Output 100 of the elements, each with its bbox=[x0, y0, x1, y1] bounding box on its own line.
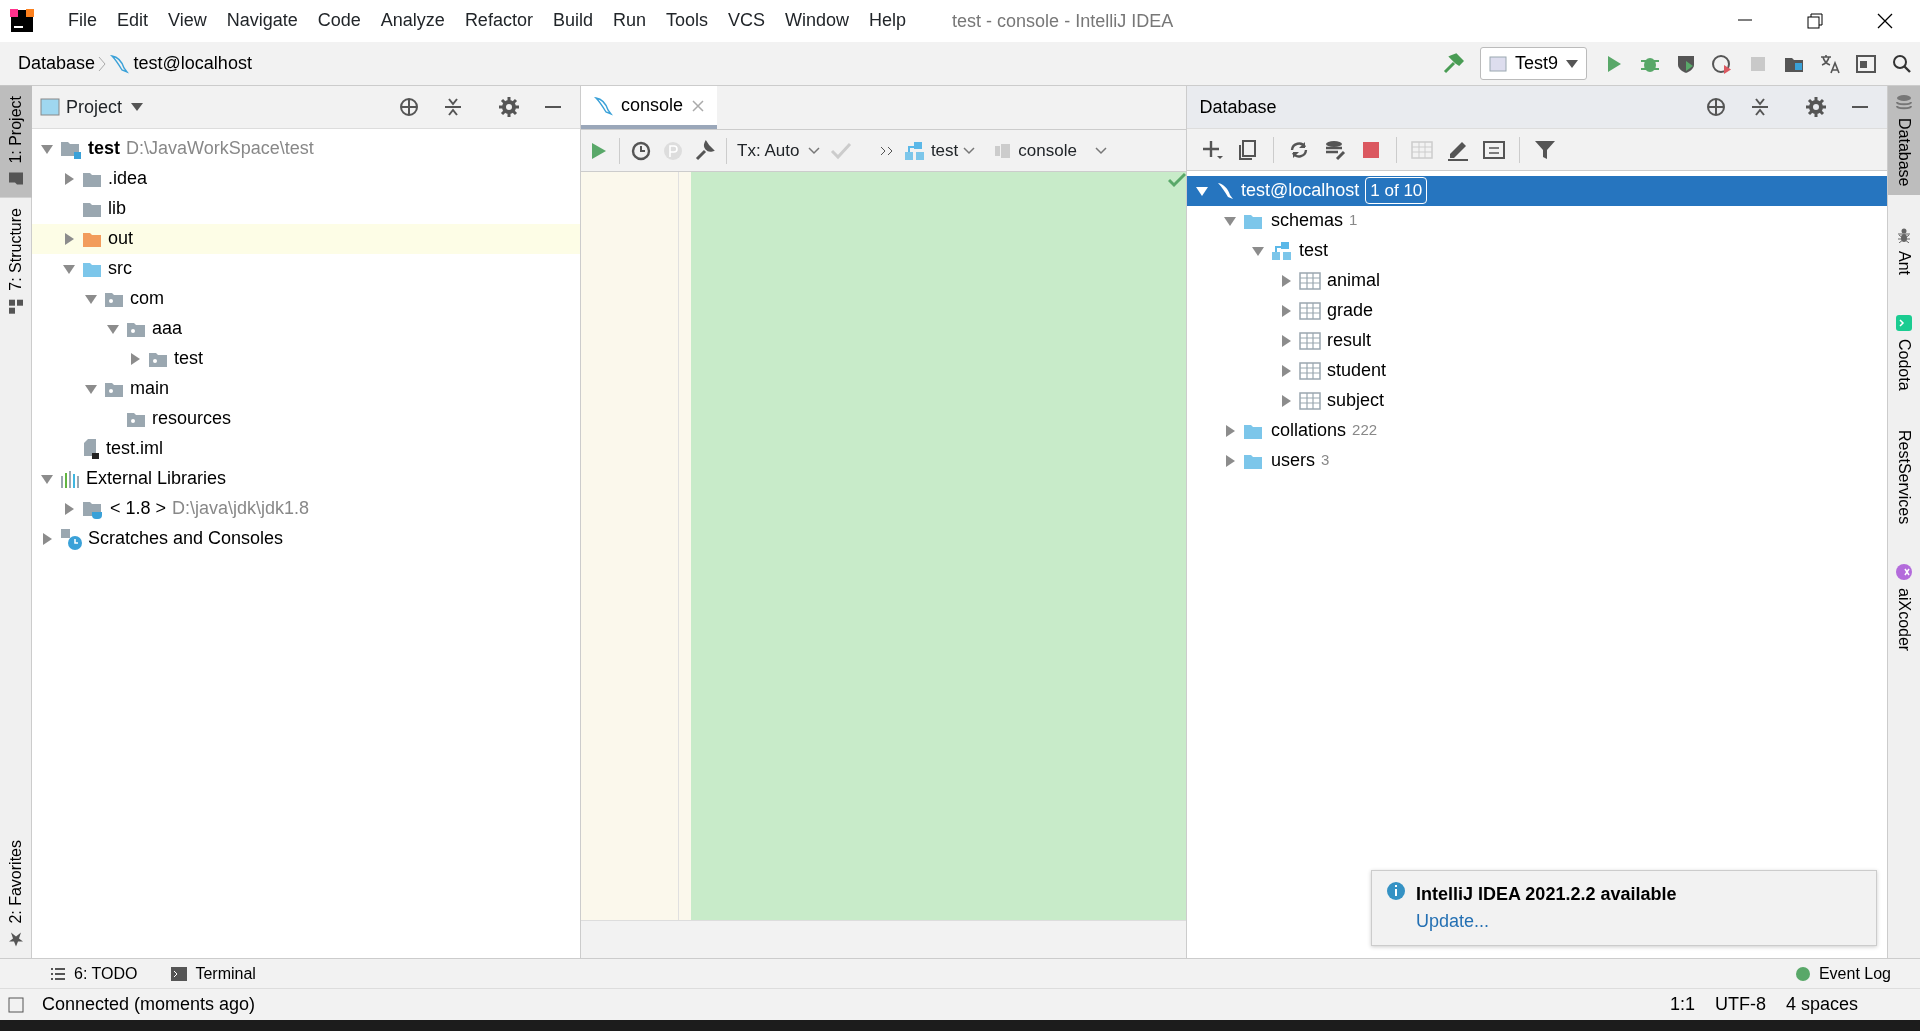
datasource-properties-icon[interactable] bbox=[1324, 138, 1346, 161]
tool-window-tab[interactable]: 6: TODO bbox=[48, 961, 140, 986]
config-icon bbox=[1488, 55, 1507, 72]
search-icon[interactable] bbox=[1891, 52, 1913, 75]
tool-window-tab[interactable]: 2: Favorites bbox=[0, 830, 32, 958]
session-dropdown[interactable]: console bbox=[993, 137, 1108, 164]
translate-icon[interactable] bbox=[1819, 52, 1841, 75]
tree-row[interactable]: main bbox=[32, 373, 580, 404]
copy-icon[interactable] bbox=[1237, 138, 1259, 161]
tree-row[interactable]: Scratches and Consoles bbox=[32, 523, 580, 554]
tool-window-tab[interactable]: 7: Structure bbox=[0, 197, 32, 325]
menu-item[interactable]: Code bbox=[307, 9, 371, 33]
expand-arrow-icon[interactable] bbox=[1223, 453, 1237, 468]
breadcrumb-item[interactable]: test@localhost bbox=[133, 50, 252, 77]
schema-dropdown[interactable]: test bbox=[904, 137, 975, 164]
tool-window-tab[interactable]: Event Log bbox=[1792, 961, 1893, 986]
menu-item[interactable]: File bbox=[58, 9, 107, 33]
tree-row[interactable]: resources bbox=[32, 403, 580, 434]
tree-row[interactable]: < 1.8 > D:\java\jdk\jdk1.8 bbox=[32, 493, 580, 524]
menu-item[interactable]: Navigate bbox=[216, 9, 308, 33]
collapse-all-icon[interactable] bbox=[442, 96, 464, 118]
restore-icon[interactable] bbox=[1804, 11, 1826, 31]
menu-item[interactable]: Analyze bbox=[370, 9, 455, 33]
expand-arrow-icon[interactable] bbox=[1279, 333, 1293, 348]
tree-row[interactable]: grade bbox=[1187, 295, 1887, 326]
expand-arrow-icon[interactable] bbox=[1223, 423, 1237, 438]
terminal-window-icon[interactable] bbox=[1855, 52, 1877, 75]
tree-row[interactable]: collations 222 bbox=[1187, 415, 1887, 446]
tree-row[interactable]: test@localhost 1 of 10 bbox=[1187, 175, 1887, 206]
tree-row[interactable]: schemas 1 bbox=[1187, 205, 1887, 236]
more-icon[interactable] bbox=[880, 144, 895, 157]
indent-setting[interactable]: 4 spaces bbox=[1785, 991, 1858, 1018]
tree-row[interactable]: .idea bbox=[32, 163, 580, 194]
add-icon[interactable] bbox=[1201, 138, 1223, 161]
expand-arrow-icon[interactable] bbox=[1279, 363, 1293, 378]
panel-title: Database bbox=[1198, 95, 1277, 119]
menu-item[interactable]: Build bbox=[542, 9, 603, 33]
tree-row[interactable]: test D:\JavaWorkSpace\test bbox=[32, 133, 580, 164]
tree-row[interactable]: External Libraries bbox=[32, 463, 580, 494]
menu-item[interactable]: Refactor bbox=[454, 9, 543, 33]
menu-item[interactable]: Window bbox=[775, 9, 860, 33]
tool-window-tab[interactable]: aiXcoder bbox=[1888, 556, 1920, 660]
expand-arrow-icon[interactable] bbox=[62, 171, 76, 186]
collapse-all-icon[interactable] bbox=[1749, 96, 1771, 118]
menu-item[interactable]: View bbox=[158, 9, 217, 33]
tree-row[interactable]: lib bbox=[32, 193, 580, 224]
query-console-icon[interactable] bbox=[1483, 138, 1505, 161]
tool-window-tab[interactable]: 1: Project bbox=[0, 86, 32, 198]
tree-row[interactable]: test bbox=[1187, 235, 1887, 266]
settings-icon[interactable] bbox=[498, 96, 520, 118]
tree-row[interactable]: aaa bbox=[32, 313, 580, 344]
tree-row[interactable]: users 3 bbox=[1187, 445, 1887, 476]
expand-arrow-icon[interactable] bbox=[40, 531, 54, 546]
tree-row[interactable]: subject bbox=[1187, 385, 1887, 416]
editor-tab[interactable]: console bbox=[581, 86, 718, 129]
tree-row[interactable]: student bbox=[1187, 355, 1887, 386]
menu-item[interactable]: VCS bbox=[718, 9, 775, 33]
status-toggle-icon[interactable] bbox=[8, 996, 24, 1013]
transaction-mode-dropdown[interactable]: Tx: Auto bbox=[737, 137, 821, 164]
cursor-position[interactable]: 1:1 bbox=[1669, 991, 1695, 1018]
locate-icon[interactable] bbox=[398, 96, 420, 118]
wrench-icon[interactable] bbox=[694, 139, 716, 162]
tool-window-tab[interactable]: Terminal bbox=[169, 961, 258, 986]
breadcrumb-item[interactable]: Database bbox=[18, 50, 96, 77]
view-dropdown[interactable]: Project bbox=[66, 93, 144, 121]
tool-window-tab[interactable]: Codota bbox=[1888, 306, 1920, 399]
expand-arrow-icon[interactable] bbox=[1279, 393, 1293, 408]
tree-row[interactable]: com bbox=[32, 283, 580, 314]
caret-icon bbox=[1566, 59, 1578, 68]
profile-icon[interactable] bbox=[1711, 52, 1733, 75]
menu-item[interactable]: Tools bbox=[655, 9, 718, 33]
expand-arrow-icon[interactable] bbox=[62, 231, 76, 246]
run-configuration-dropdown[interactable]: Test9 bbox=[1479, 47, 1587, 80]
file-encoding[interactable]: UTF-8 bbox=[1714, 991, 1766, 1018]
expand-arrow-icon[interactable] bbox=[62, 501, 76, 516]
tree-row[interactable]: out bbox=[32, 223, 580, 254]
chevron-down-icon bbox=[962, 146, 975, 155]
tree-row[interactable]: test.iml bbox=[32, 433, 580, 464]
menu-item[interactable]: Edit bbox=[107, 9, 159, 33]
filter-icon[interactable] bbox=[1534, 138, 1556, 161]
expand-arrow-icon[interactable] bbox=[128, 351, 142, 366]
connection-icon bbox=[1215, 180, 1235, 201]
history-icon[interactable] bbox=[630, 139, 652, 162]
locate-icon[interactable] bbox=[1705, 96, 1727, 118]
tree-row[interactable]: animal bbox=[1187, 265, 1887, 296]
menu-item[interactable]: Help bbox=[859, 9, 917, 33]
tool-window-tab[interactable]: RestServices bbox=[1888, 422, 1920, 533]
tree-row[interactable]: src bbox=[32, 253, 580, 284]
schema-icon bbox=[1271, 240, 1293, 261]
tool-window-tab[interactable]: Database bbox=[1888, 86, 1920, 195]
menu-item[interactable]: Run bbox=[602, 9, 656, 33]
expand-arrow-icon[interactable] bbox=[1279, 303, 1293, 318]
tree-row[interactable]: result bbox=[1187, 325, 1887, 356]
tool-window-tab[interactable]: Ant bbox=[1888, 218, 1920, 283]
database-icon bbox=[1896, 94, 1912, 110]
project-view-icon bbox=[40, 98, 60, 116]
tree-row[interactable]: test bbox=[32, 343, 580, 374]
update-link[interactable]: Update... bbox=[1416, 911, 1490, 931]
settings-icon[interactable] bbox=[1805, 96, 1827, 118]
expand-arrow-icon[interactable] bbox=[1279, 273, 1293, 288]
